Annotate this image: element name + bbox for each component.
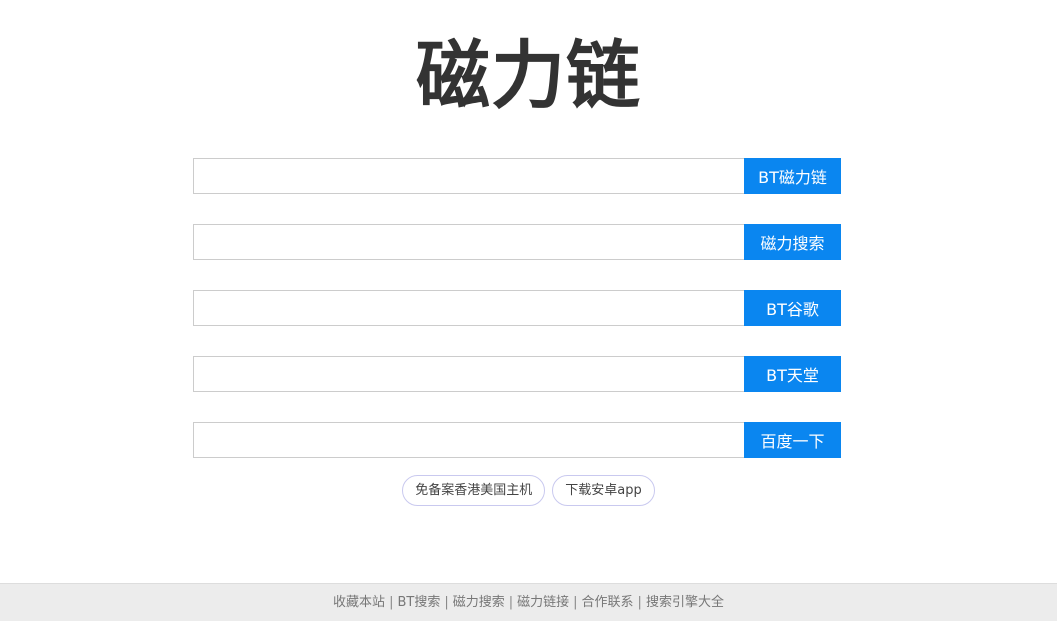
bt-heaven-button[interactable]: BT天堂 — [744, 356, 841, 392]
search-input-bt-heaven[interactable] — [193, 356, 744, 392]
promo-links: 免备案香港美国主机 下载安卓app — [0, 475, 1057, 506]
footer-link-magnet-links[interactable]: 磁力链接 — [517, 595, 569, 610]
search-input-magnet-search[interactable] — [193, 224, 744, 260]
baidu-search-button[interactable]: 百度一下 — [744, 422, 841, 458]
search-input-baidu[interactable] — [193, 422, 744, 458]
search-row-baidu: 百度一下 — [193, 422, 841, 458]
footer-link-magnet-search[interactable]: 磁力搜索 — [453, 595, 505, 610]
footer-link-bookmark[interactable]: 收藏本站 — [333, 595, 385, 610]
footer-separator: | — [573, 595, 578, 610]
search-input-bt-google[interactable] — [193, 290, 744, 326]
bt-google-button[interactable]: BT谷歌 — [744, 290, 841, 326]
footer-separator: | — [389, 595, 394, 610]
magnet-search-button[interactable]: 磁力搜索 — [744, 224, 841, 260]
search-row-bt-heaven: BT天堂 — [193, 356, 841, 392]
footer-separator: | — [444, 595, 449, 610]
search-row-bt-google: BT谷歌 — [193, 290, 841, 326]
bt-magnet-button[interactable]: BT磁力链 — [744, 158, 841, 194]
hosting-link[interactable]: 免备案香港美国主机 — [402, 475, 546, 506]
search-row-magnet-search: 磁力搜索 — [193, 224, 841, 260]
search-row-bt-magnet: BT磁力链 — [193, 158, 841, 194]
footer-link-contact[interactable]: 合作联系 — [582, 595, 634, 610]
android-app-link[interactable]: 下载安卓app — [552, 475, 655, 506]
footer: 收藏本站 | BT搜索 | 磁力搜索 | 磁力链接 | 合作联系 | 搜索引擎大全 — [0, 583, 1057, 621]
search-input-bt-magnet[interactable] — [193, 158, 744, 194]
footer-link-search-engines[interactable]: 搜索引擎大全 — [646, 595, 724, 610]
footer-separator: | — [508, 595, 514, 610]
site-title: 磁力链 — [416, 33, 641, 119]
footer-separator: | — [637, 595, 642, 610]
page: 磁力链 BT磁力链 磁力搜索 BT谷歌 BT天堂 百度一下 免备案香港美国主机 … — [0, 0, 1057, 621]
footer-link-bt-search[interactable]: BT搜索 — [397, 595, 440, 610]
